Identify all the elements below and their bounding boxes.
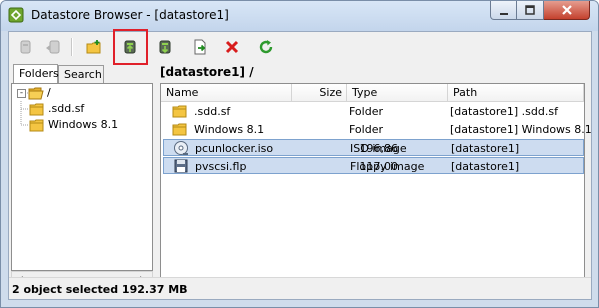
close-icon [561, 5, 572, 15]
file-path: [datastore1] [451, 160, 520, 173]
tree-node-windows-8-1[interactable]: Windows 8.1 [12, 117, 147, 133]
tree-node-label: Windows 8.1 [48, 118, 119, 131]
toolbar-separator [71, 38, 73, 56]
file-type: ISO image [350, 142, 407, 155]
browser-client-area: Folders Search - / .sdd.sf Windows 8.1 [… [8, 29, 592, 300]
move-file-icon [194, 39, 206, 55]
folder-icon [172, 105, 187, 118]
vsphere-app-icon [8, 7, 24, 23]
title-bar[interactable]: Datastore Browser - [datastore1] [1, 1, 598, 31]
new-folder-button[interactable] [83, 36, 105, 58]
column-header-size[interactable]: Size [292, 84, 347, 102]
refresh-button[interactable] [255, 36, 277, 58]
refresh-icon [259, 40, 273, 54]
window-title: Datastore Browser - [datastore1] [31, 8, 229, 22]
toolbar [9, 29, 591, 65]
tree-node-label: .sdd.sf [48, 102, 85, 115]
file-name: .sdd.sf [194, 105, 231, 118]
iso-image-icon [174, 141, 188, 155]
file-name: Windows 8.1 [194, 123, 265, 136]
file-row-pvscsi-flp[interactable]: pvscsi.flp 117.00 Floppy image [datastor… [163, 157, 584, 174]
folder-icon [172, 123, 187, 136]
maximize-icon [525, 5, 535, 15]
column-header-path[interactable]: Path [448, 84, 584, 102]
folder-icon [29, 103, 44, 116]
tree-node-root[interactable]: - / [12, 85, 132, 101]
status-bar: 2 object selected 192.37 MB [9, 277, 591, 299]
file-type: Folder [349, 105, 383, 118]
file-row-sdd-sf[interactable]: .sdd.sf Folder [datastore1] .sdd.sf [163, 103, 584, 120]
tab-folders[interactable]: Folders [13, 64, 59, 83]
file-row-pcunlocker-iso[interactable]: pcunlocker.iso 196,86 ISO image [datasto… [163, 139, 584, 156]
column-header-type[interactable]: Type [347, 84, 448, 102]
datastore-back-disabled-button[interactable] [42, 36, 64, 58]
move-file-button[interactable] [189, 36, 211, 58]
datastore-disabled-button[interactable] [15, 36, 37, 58]
file-row-windows-8-1[interactable]: Windows 8.1 Folder [datastore1] Windows … [163, 121, 592, 138]
datastore-back-disabled-icon [46, 40, 60, 54]
datastore-disabled-icon [20, 40, 31, 54]
floppy-image-icon [174, 159, 188, 173]
file-list: Name Size Type Path .sdd.sf Folder [data… [160, 83, 592, 288]
new-folder-icon [86, 40, 101, 54]
download-from-datastore-button[interactable] [154, 36, 176, 58]
file-path: [datastore1] .sdd.sf [450, 105, 558, 118]
minimize-button[interactable] [490, 1, 517, 20]
tree-node-sdd-sf[interactable]: .sdd.sf [12, 101, 142, 117]
tree-node-label: / [47, 86, 51, 99]
folder-icon [29, 119, 44, 132]
file-name: pvscsi.flp [195, 160, 247, 173]
delete-button[interactable] [221, 36, 243, 58]
file-path: [datastore1] Windows 8.1 [450, 123, 592, 136]
datastore-browser-window: Datastore Browser - [datastore1] Folders… [0, 0, 599, 308]
file-name: pcunlocker.iso [195, 142, 274, 155]
open-folder-icon [28, 87, 44, 100]
tree-collapse-toggle[interactable]: - [17, 89, 26, 98]
tab-search[interactable]: Search [58, 65, 104, 83]
folder-tree: - / .sdd.sf Windows 8.1 [11, 83, 153, 271]
close-button[interactable] [544, 1, 590, 20]
maximize-button[interactable] [517, 1, 544, 20]
status-text: 2 object selected 192.37 MB [12, 283, 188, 296]
file-type: Folder [349, 123, 383, 136]
current-path-label: [datastore1] / [160, 65, 254, 79]
delete-icon [225, 40, 239, 54]
file-type: Floppy image [350, 160, 425, 173]
column-header-name[interactable]: Name [161, 84, 292, 102]
file-path: [datastore1] [451, 142, 520, 155]
minimize-icon [499, 13, 508, 15]
download-from-datastore-icon [159, 40, 171, 54]
upload-button-highlight [113, 29, 148, 65]
